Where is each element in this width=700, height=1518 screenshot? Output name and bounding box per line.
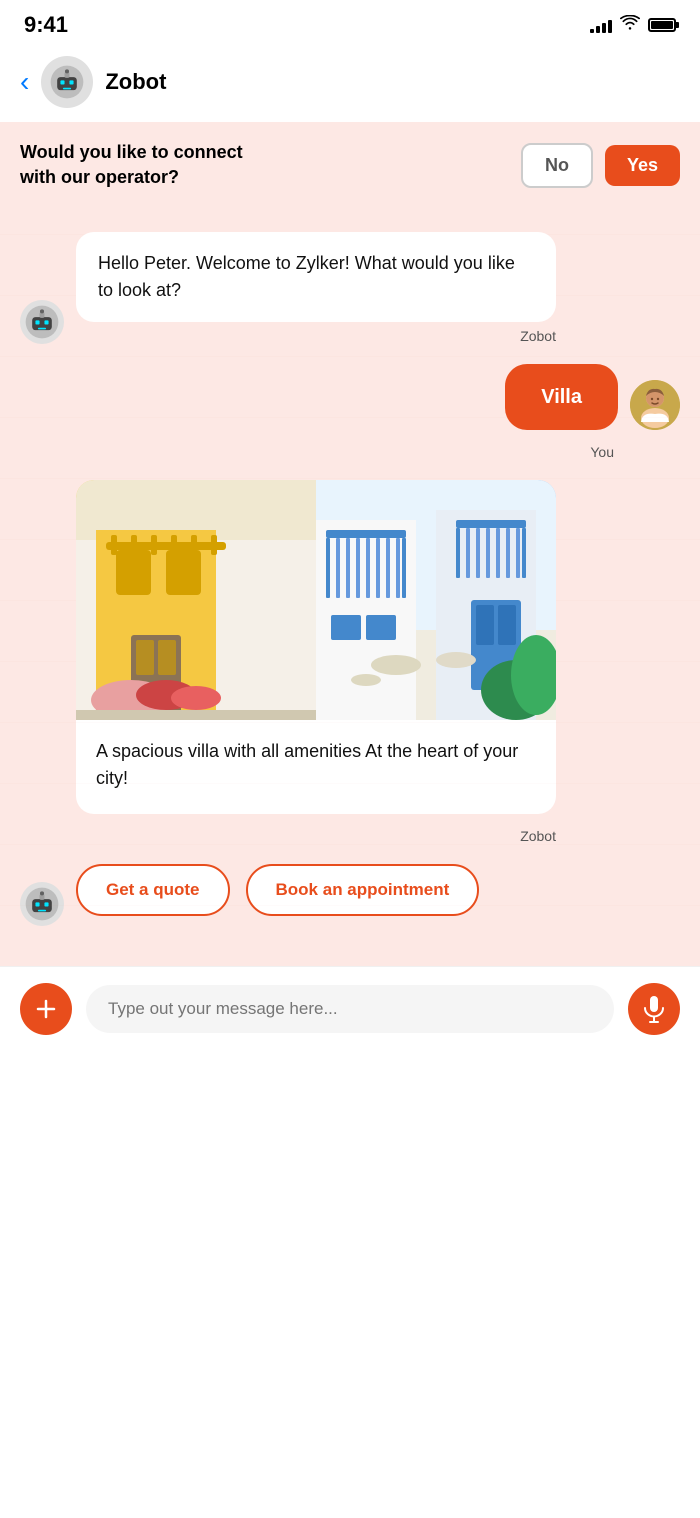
chat-area: Hello Peter. Welcome to Zylker! What wou… bbox=[0, 208, 700, 966]
user-message-group: Villa You bbox=[20, 364, 680, 460]
action-buttons: Get a quote Book an appointment bbox=[76, 844, 556, 926]
mic-button[interactable] bbox=[628, 983, 680, 1035]
villa-card: A spacious villa with all amenities At t… bbox=[76, 480, 556, 814]
user-sender-label: You bbox=[590, 444, 614, 460]
user-avatar bbox=[630, 380, 680, 430]
battery-icon bbox=[648, 18, 676, 32]
bot-sender-label-1: Zobot bbox=[76, 328, 556, 344]
wifi-icon bbox=[620, 15, 640, 36]
bot-sender-label-2: Zobot bbox=[76, 828, 556, 844]
get-quote-button[interactable]: Get a quote bbox=[76, 864, 230, 916]
operator-buttons: No Yes bbox=[521, 143, 680, 188]
back-button[interactable]: ‹ bbox=[20, 68, 29, 96]
bot-message-bubble-1: Hello Peter. Welcome to Zylker! What wou… bbox=[76, 232, 556, 322]
signal-bars-icon bbox=[590, 17, 612, 33]
chat-header: ‹ Zobot bbox=[0, 46, 700, 122]
message-input[interactable] bbox=[108, 999, 592, 1019]
villa-description: A spacious villa with all amenities At t… bbox=[76, 720, 556, 814]
bot-avatar-chat-1 bbox=[20, 300, 64, 344]
bot-avatar-chat-2 bbox=[20, 882, 64, 926]
status-time: 9:41 bbox=[24, 12, 68, 38]
operator-question: Would you like to connectwith our operat… bbox=[20, 140, 505, 190]
book-appointment-button[interactable]: Book an appointment bbox=[246, 864, 480, 916]
no-button[interactable]: No bbox=[521, 143, 593, 188]
bot-avatar-header bbox=[41, 56, 93, 108]
status-icons bbox=[590, 15, 676, 36]
yes-button[interactable]: Yes bbox=[605, 145, 680, 186]
input-area bbox=[0, 966, 700, 1065]
villa-images bbox=[76, 480, 556, 720]
bot-villa-card-row: A spacious villa with all amenities At t… bbox=[20, 480, 680, 926]
status-bar: 9:41 bbox=[0, 0, 700, 46]
add-button[interactable] bbox=[20, 983, 72, 1035]
villa-image-right bbox=[316, 480, 556, 720]
bot-message-row-1: Hello Peter. Welcome to Zylker! What wou… bbox=[20, 232, 680, 344]
message-input-wrap[interactable] bbox=[86, 985, 614, 1033]
header-title: Zobot bbox=[105, 69, 166, 95]
user-message-bubble: Villa bbox=[505, 364, 618, 430]
villa-image-left bbox=[76, 480, 316, 720]
operator-banner: Would you like to connectwith our operat… bbox=[0, 122, 700, 208]
